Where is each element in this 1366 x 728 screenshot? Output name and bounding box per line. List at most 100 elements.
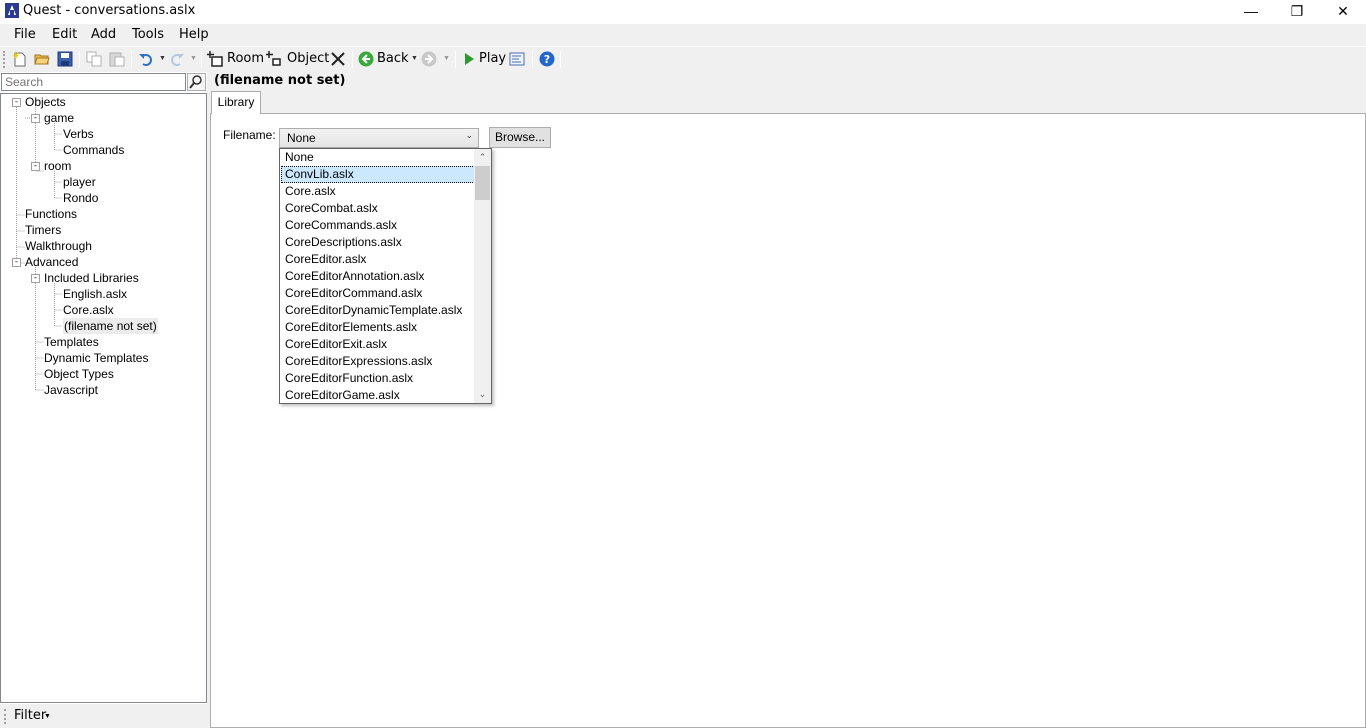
redo-icon[interactable] [169,51,185,67]
close-button[interactable]: ✕ [1320,0,1366,22]
dropdown-option[interactable]: Core.aslx [281,183,475,200]
menu-edit[interactable]: Edit [52,27,77,42]
tree-item-javascript[interactable]: Javascript [44,382,98,398]
tree-item-verbs[interactable]: Verbs [63,126,94,142]
search-button[interactable] [187,73,206,91]
tree-item-rondo[interactable]: Rondo [63,190,98,206]
editor-header [210,72,1366,91]
restore-button[interactable]: ❐ [1274,0,1320,22]
toolbar-separator [455,51,456,68]
code-view-icon[interactable] [509,51,525,67]
dropdown-option[interactable]: ConvLib.aslx [281,166,475,183]
dropdown-option[interactable]: CoreEditorAnnotation.aslx [281,268,475,285]
undo-icon[interactable] [138,51,154,67]
add-object-icon[interactable] [266,51,282,67]
dropdown-option[interactable]: None [281,149,475,166]
toolbar-separator [131,51,132,68]
dropdown-scrollbar[interactable]: ⌃ ⌄ [474,149,491,403]
tree-item-commands[interactable]: Commands [63,142,124,158]
save-icon[interactable] [57,51,73,67]
search-icon [189,75,202,89]
add-object-label[interactable]: Object [287,51,329,66]
toolbar-separator [560,51,561,68]
dropdown-option[interactable]: CoreEditorCommand.aslx [281,285,475,302]
forward-dropdown-icon[interactable]: ▼ [443,55,450,62]
tab-library[interactable]: Library [211,91,261,114]
editor-title: (filename not set) [214,73,346,88]
dropdown-option[interactable]: CoreEditorElements.aslx [281,319,475,336]
dropdown-option[interactable]: CoreEditorExpressions.aslx [281,353,475,370]
tree-item-english[interactable]: English.aslx [63,286,127,302]
minimize-button[interactable]: — [1228,0,1274,22]
help-icon[interactable]: ? [539,51,555,67]
back-label[interactable]: Back [377,51,409,66]
tree-item-templates[interactable]: Templates [44,334,99,350]
search-input[interactable] [2,74,185,90]
tree-item-room[interactable]: room [44,158,71,174]
collapse-included-libraries-icon[interactable]: - [31,274,40,283]
scroll-up-icon[interactable]: ⌃ [474,149,491,166]
filename-dropdown-list: None ConvLib.aslx Core.aslx CoreCombat.aslx… [279,148,492,404]
tree-item-object-types[interactable]: Object Types [44,366,114,382]
tree-item-filename-not-set[interactable]: (filename not set) [63,318,158,334]
filename-combobox[interactable]: None ⌄ [279,128,479,148]
paste-icon[interactable] [109,51,125,67]
menu-add[interactable]: Add [91,27,116,42]
tree-item-game[interactable]: game [44,110,74,126]
dropdown-option[interactable]: CoreEditorFunction.aslx [281,370,475,387]
scroll-down-icon[interactable]: ⌄ [474,386,491,403]
filename-combobox-value: None [287,131,316,145]
menu-file[interactable]: File [14,27,36,42]
back-arrow-icon[interactable] [358,51,374,67]
tree-item-timers[interactable]: Timers [25,222,61,238]
delete-icon[interactable] [330,51,346,67]
toolbar-separator [79,51,80,68]
filter-chevron-down-icon[interactable]: ▼ [44,713,51,720]
copy-icon[interactable] [86,51,102,67]
collapse-objects-icon[interactable]: - [12,98,21,107]
toolbar: ▼ ▼ Room Object Back ▼ ▼ Play ? [0,47,1366,72]
dropdown-option[interactable]: CoreEditorGame.aslx [281,387,475,403]
play-icon[interactable] [461,51,477,67]
search-field[interactable] [1,73,186,91]
open-folder-icon[interactable] [34,51,50,67]
dropdown-option[interactable]: CoreEditor.aslx [281,251,475,268]
dropdown-option[interactable]: CoreCombat.aslx [281,200,475,217]
tree-item-advanced[interactable]: Advanced [25,254,78,270]
tree-item-core[interactable]: Core.aslx [63,302,114,318]
menu-tools[interactable]: Tools [132,27,164,42]
tree-item-objects[interactable]: Objects [25,94,66,110]
tree-item-functions[interactable]: Functions [25,206,77,222]
window-title: Quest - conversations.aslx [23,3,196,18]
collapse-advanced-icon[interactable]: - [12,258,21,267]
object-tree: - Objects - game Verbs Commands - room p… [0,93,207,703]
collapse-game-icon[interactable]: - [31,114,40,123]
menu-help[interactable]: Help [179,27,209,42]
scrollbar-thumb[interactable] [475,166,490,200]
play-label[interactable]: Play [479,51,506,66]
collapse-room-icon[interactable]: - [31,162,40,171]
filter-grip [4,709,6,724]
filter-dropdown[interactable]: Filter [14,708,46,723]
menu-bar: File Edit Add Tools Help [0,24,1366,46]
chevron-down-icon[interactable]: ⌄ [465,130,473,141]
tree-item-walkthrough[interactable]: Walkthrough [25,238,92,254]
dropdown-option[interactable]: CoreEditorExit.aslx [281,336,475,353]
dropdown-option[interactable]: CoreDescriptions.aslx [281,234,475,251]
new-file-icon[interactable] [12,51,28,67]
add-room-label[interactable]: Room [227,51,264,66]
tree-item-included-libraries[interactable]: Included Libraries [44,270,139,286]
browse-button[interactable]: Browse... [489,127,551,148]
undo-dropdown-icon[interactable]: ▼ [159,55,166,62]
title-bar: Quest - conversations.aslx — ❐ ✕ [0,0,1366,22]
forward-arrow-icon[interactable] [421,51,437,67]
toolbar-grip [3,51,5,68]
back-dropdown-icon[interactable]: ▼ [411,55,418,62]
tree-item-dynamic-templates[interactable]: Dynamic Templates [44,350,148,366]
tree-item-player[interactable]: player [63,174,96,190]
dropdown-option[interactable]: CoreCommands.aslx [281,217,475,234]
dropdown-option[interactable]: CoreEditorDynamicTemplate.aslx [281,302,475,319]
redo-dropdown-icon[interactable]: ▼ [190,55,197,62]
filename-label: Filename: [223,128,276,142]
add-room-icon[interactable] [207,51,223,67]
